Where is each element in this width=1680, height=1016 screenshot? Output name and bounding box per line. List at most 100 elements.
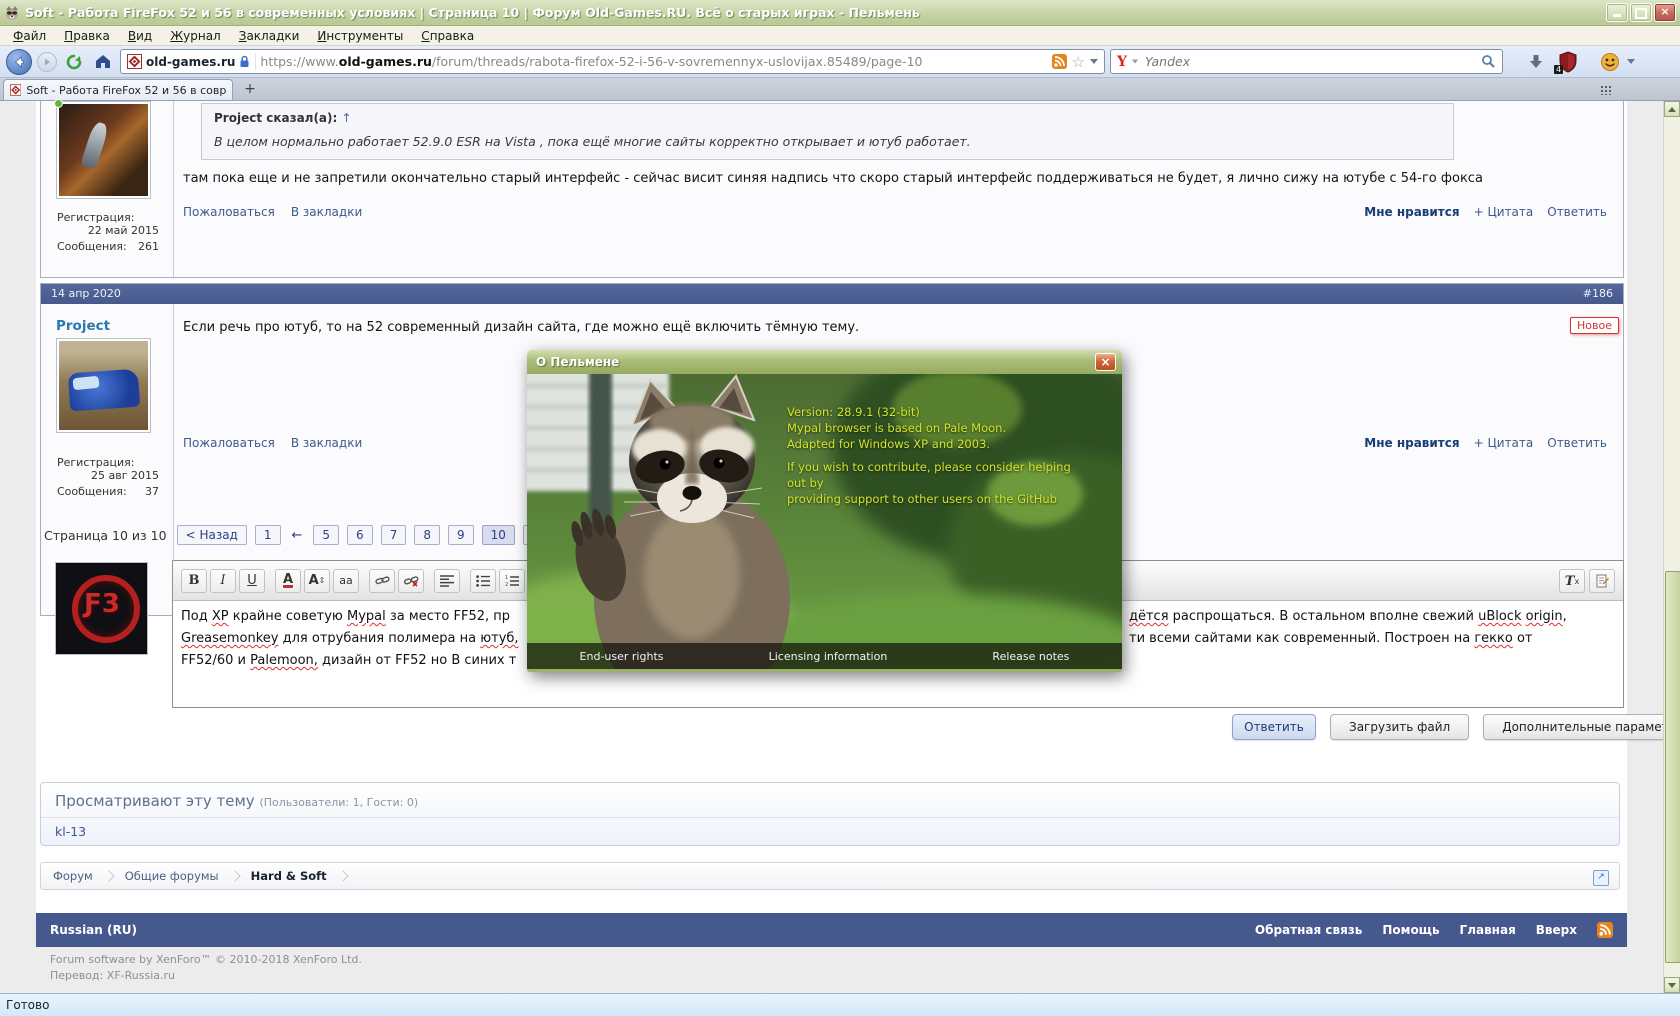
footer-rss-icon[interactable] xyxy=(1597,922,1613,938)
quote-jump-arrow[interactable]: ↑ xyxy=(342,111,352,125)
upload-file-button[interactable]: Загрузить файл xyxy=(1330,714,1469,740)
font-size-button[interactable]: A⇕ xyxy=(304,569,330,593)
menu-tools[interactable]: Инструменты xyxy=(308,27,412,45)
breadcrumb: Форум Общие форумы Hard & Soft ↗ xyxy=(40,862,1620,890)
search-icon[interactable] xyxy=(1481,54,1496,69)
footer-home-link[interactable]: Главная xyxy=(1460,923,1516,937)
reply-link[interactable]: Ответить xyxy=(1547,205,1607,219)
footer-help-link[interactable]: Помощь xyxy=(1382,923,1439,937)
like-link[interactable]: Мне нравится xyxy=(1364,205,1459,219)
numbered-list-button[interactable]: 1 2 xyxy=(499,569,525,593)
submit-reply-button[interactable]: Ответить xyxy=(1232,714,1316,740)
site-identity-chip[interactable]: old-games.ru xyxy=(125,53,256,70)
back-button[interactable] xyxy=(6,49,32,75)
page-1-button[interactable]: 1 xyxy=(255,525,281,545)
viewer-username[interactable]: kl-13 xyxy=(55,824,86,839)
post2-avatar[interactable] xyxy=(56,338,151,433)
registered-value: 22 май 2015 xyxy=(57,224,159,237)
chevron-right-icon xyxy=(229,870,240,881)
close-button[interactable]: × xyxy=(1654,3,1676,22)
menu-view[interactable]: Вид xyxy=(119,27,161,45)
bookmark-link[interactable]: В закладки xyxy=(291,436,362,450)
bookmark-link[interactable]: В закладки xyxy=(291,205,362,219)
end-user-rights-link[interactable]: End-user rights xyxy=(580,650,664,663)
url-dropdown-icon[interactable] xyxy=(1090,59,1098,64)
page-7-button[interactable]: 7 xyxy=(381,525,407,545)
alignment-button[interactable] xyxy=(434,569,460,593)
dialog-line1: Mypal browser is based on Pale Moon. xyxy=(787,420,1087,436)
scroll-down-button[interactable] xyxy=(1664,977,1680,993)
rss-icon[interactable] xyxy=(1052,54,1067,69)
dialog-title: О Пельмене xyxy=(536,355,619,369)
new-tab-button[interactable]: + xyxy=(238,80,262,99)
forward-button[interactable] xyxy=(37,52,57,72)
search-input[interactable] xyxy=(1143,53,1477,70)
page-6-button[interactable]: 6 xyxy=(347,525,373,545)
pelmen-menu-button[interactable] xyxy=(1598,50,1622,74)
downloads-button[interactable] xyxy=(1524,50,1548,74)
dialog-titlebar[interactable]: О Пельмене xyxy=(527,350,1122,374)
more-options-button[interactable]: Дополнительные параметры... xyxy=(1483,714,1680,740)
menu-bookmarks[interactable]: Закладки xyxy=(230,27,309,45)
restore-button[interactable] xyxy=(1630,3,1652,22)
breadcrumb-general-forums[interactable]: Общие форумы xyxy=(125,869,219,883)
menu-edit[interactable]: Правка xyxy=(55,27,119,45)
locale-selector[interactable]: Russian (RU) xyxy=(50,923,137,937)
post2-number[interactable]: #186 xyxy=(1583,284,1613,304)
ublock-button[interactable]: 4 xyxy=(1553,49,1583,75)
breadcrumb-forum[interactable]: Форум xyxy=(53,869,93,883)
search-engine-icon[interactable]: Y xyxy=(1117,54,1127,70)
tab-active[interactable]: Soft - Работа FireFox 52 и 56 в современ… xyxy=(3,79,233,100)
list-tabs-icon[interactable] xyxy=(1600,85,1612,95)
quote-link[interactable]: + Цитата xyxy=(1474,436,1534,450)
bullet-list-button[interactable] xyxy=(470,569,496,593)
italic-button[interactable]: I xyxy=(210,569,236,593)
dialog-about-text: Version: 28.9.1 (32-bit) Mypal browser i… xyxy=(787,404,1087,507)
post2-username[interactable]: Project xyxy=(56,318,110,334)
footer-bar: Russian (RU) Обратная связь Помощь Главн… xyxy=(36,913,1627,947)
like-link[interactable]: Мне нравится xyxy=(1364,436,1459,450)
breadcrumb-hard-and-soft[interactable]: Hard & Soft xyxy=(251,869,327,883)
font-family-button[interactable]: aa xyxy=(333,569,359,593)
menu-help[interactable]: Справка xyxy=(412,27,483,45)
url-bar[interactable]: old-games.ru https://www.old-games.ru/fo… xyxy=(120,49,1105,74)
minimize-button[interactable] xyxy=(1606,3,1628,22)
search-box[interactable]: Y xyxy=(1110,49,1503,74)
reload-button[interactable] xyxy=(62,50,86,74)
reply-link[interactable]: Ответить xyxy=(1547,436,1607,450)
remove-formatting-button[interactable]: Tx xyxy=(1559,569,1585,593)
prev-page-button[interactable]: < Назад xyxy=(177,525,247,545)
licensing-information-link[interactable]: Licensing information xyxy=(769,650,888,663)
page-5-button[interactable]: 5 xyxy=(313,525,339,545)
remove-link-button[interactable] xyxy=(398,569,424,593)
post1-avatar[interactable] xyxy=(56,101,151,199)
report-link[interactable]: Пожаловаться xyxy=(183,436,275,450)
dialog-close-button[interactable]: × xyxy=(1095,353,1116,371)
footer-top-link[interactable]: Вверх xyxy=(1536,923,1577,937)
report-link[interactable]: Пожаловаться xyxy=(183,205,275,219)
bold-button[interactable]: B xyxy=(181,569,207,593)
home-button[interactable] xyxy=(91,50,115,74)
bbcode-toggle-button[interactable] xyxy=(1589,569,1615,593)
menu-file[interactable]: Файл xyxy=(4,27,55,45)
vertical-scrollbar[interactable] xyxy=(1663,101,1680,993)
page-9-button[interactable]: 9 xyxy=(448,525,474,545)
text-color-button[interactable]: A xyxy=(275,569,301,593)
insert-link-button[interactable] xyxy=(369,569,395,593)
menu-history[interactable]: Журнал xyxy=(161,27,230,45)
post2-date[interactable]: 14 апр 2020 xyxy=(51,287,121,300)
svg-text:2: 2 xyxy=(505,582,508,587)
quote-link[interactable]: + Цитата xyxy=(1474,205,1534,219)
scrollbar-thumb[interactable] xyxy=(1665,571,1680,963)
release-notes-link[interactable]: Release notes xyxy=(992,650,1069,663)
footer-contact-link[interactable]: Обратная связь xyxy=(1255,923,1362,937)
bookmark-star-icon[interactable]: ☆ xyxy=(1072,55,1085,69)
post1-text: там пока еще и не запретили окончательно… xyxy=(183,171,1483,186)
pelmen-menu-dropdown-icon[interactable] xyxy=(1627,59,1635,64)
registered-label: Регистрация: xyxy=(57,456,159,469)
scroll-up-button[interactable] xyxy=(1664,101,1680,117)
search-engine-dropdown-icon[interactable] xyxy=(1132,60,1138,64)
underline-button[interactable]: U xyxy=(239,569,265,593)
page-8-button[interactable]: 8 xyxy=(414,525,440,545)
jump-to-top-icon[interactable]: ↗ xyxy=(1593,870,1609,886)
